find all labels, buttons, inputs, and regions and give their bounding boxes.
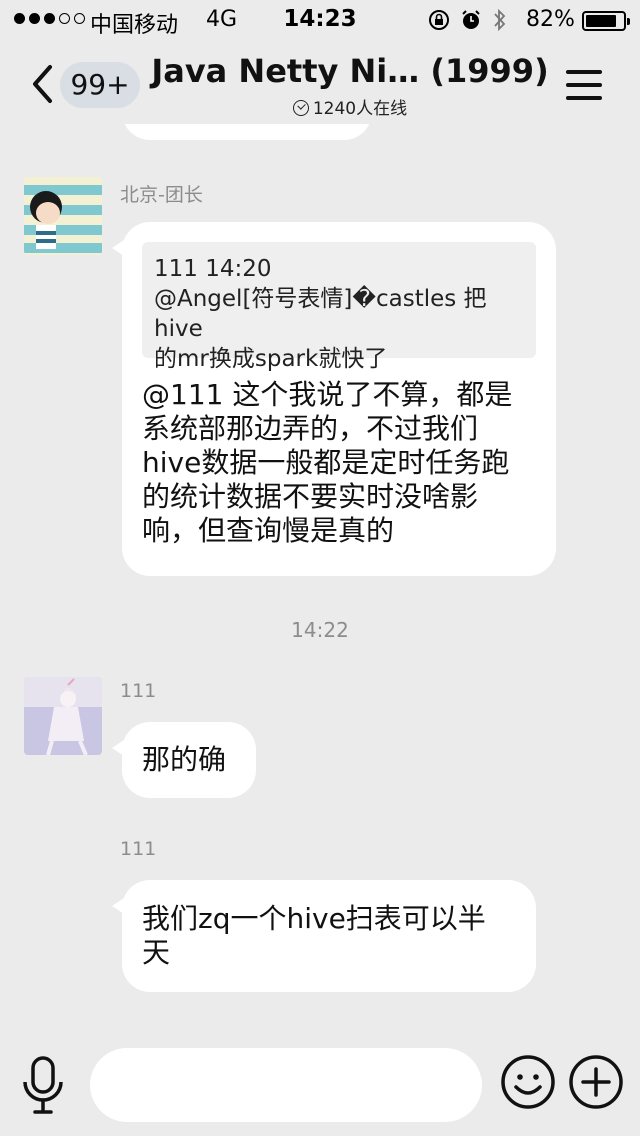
message-text: 那的确 xyxy=(142,743,227,776)
battery-icon xyxy=(582,11,630,31)
quoted-message[interactable]: 111 14:20 @Angel[符号表情]�castles 把hive 的mr… xyxy=(142,242,536,372)
back-chevron-icon[interactable] xyxy=(30,64,54,104)
input-bar xyxy=(0,1032,640,1136)
sender-name: 北京-团长 xyxy=(120,184,203,206)
message-list[interactable]: 北京-团长 111 14:20 @Angel[符号表情]�castles 把hi… xyxy=(0,124,640,1032)
message-text: 我们zq一个hive扫表可以半 天 xyxy=(142,902,486,969)
timestamp-divider: 14:22 xyxy=(291,618,349,642)
plus-icon[interactable] xyxy=(568,1054,624,1110)
unread-count-badge[interactable]: 99+ xyxy=(60,62,140,108)
bluetooth-icon xyxy=(494,8,506,32)
message-input[interactable] xyxy=(90,1048,482,1122)
message-bubble-2[interactable]: 那的确 xyxy=(112,722,256,798)
group-title[interactable]: Java Netty Ni… (1999) xyxy=(150,52,550,90)
message-bubble-1[interactable]: 111 14:20 @Angel[符号表情]�castles 把hive 的mr… xyxy=(112,222,556,576)
message-bubble-3[interactable]: 我们zq一个hive扫表可以半 天 xyxy=(112,880,536,992)
avatar-111[interactable] xyxy=(24,677,102,755)
check-circle-icon xyxy=(292,100,309,116)
alarm-icon xyxy=(462,10,480,29)
battery-percent: 82% xyxy=(526,7,575,32)
message-text: @111 这个我说了不算，都是 系统部那边弄的，不过我们 hive数据一般都是定… xyxy=(142,378,513,547)
online-count: 1240人在线 xyxy=(150,94,550,119)
emoji-icon[interactable] xyxy=(500,1054,556,1110)
menu-icon[interactable] xyxy=(566,70,602,100)
avatar-beijing-tuanzhang[interactable] xyxy=(24,177,102,255)
status-bar: 中国移动 4G 14:23 82% xyxy=(0,0,640,40)
microphone-icon[interactable] xyxy=(18,1054,68,1116)
chat-header: 99+ Java Netty Ni… (1999) 1240人在线 xyxy=(0,40,640,124)
rotation-lock-icon xyxy=(429,10,449,30)
previous-message-bubble xyxy=(122,124,372,140)
sender-name: 111 xyxy=(120,838,157,860)
sender-name: 111 xyxy=(120,680,157,702)
